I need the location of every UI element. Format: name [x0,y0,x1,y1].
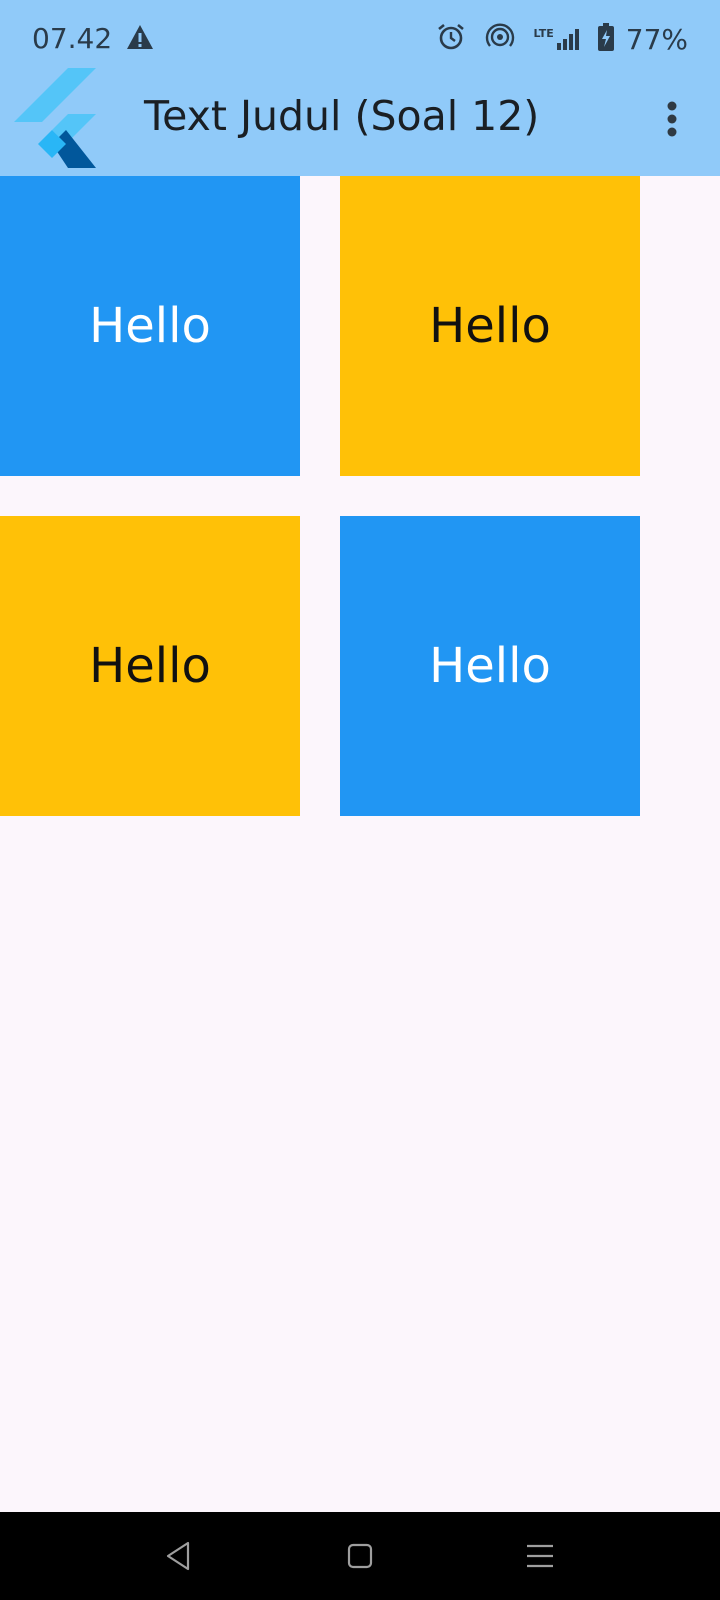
grid-tile: Hello [0,176,300,476]
recents-button[interactable] [516,1532,564,1580]
back-icon [166,1541,190,1571]
tile-label: Hello [429,638,551,694]
battery-icon [597,23,614,55]
network-type-label: LTE [533,27,554,40]
grid-tile: Hello [0,516,300,816]
back-button[interactable] [154,1532,202,1580]
status-time: 07.42 [32,22,113,55]
recents-icon [527,1544,553,1568]
tile-label: Hello [429,298,551,354]
system-nav-bar [0,1512,720,1600]
overflow-menu-button[interactable] [650,96,694,142]
grid-tile: Hello [340,176,640,476]
alarm-icon [436,22,466,56]
more-vert-icon [667,101,677,137]
signal-icon: LTE [534,27,580,51]
hotspot-icon [484,22,516,56]
warning-icon [126,24,154,54]
grid-tile: Hello [340,516,640,816]
tile-label: Hello [89,638,211,694]
page-title: Text Judul (Soal 12) [144,92,540,140]
status-icons: LTE 77% [436,22,688,56]
battery-percent: 77% [625,22,688,56]
home-button[interactable] [336,1532,384,1580]
app-bar: 07.42 LTE 77% Text Judul (Soal 12) [0,0,720,176]
home-icon [347,1543,373,1569]
tile-label: Hello [89,298,211,354]
flutter-logo-icon [14,68,98,176]
